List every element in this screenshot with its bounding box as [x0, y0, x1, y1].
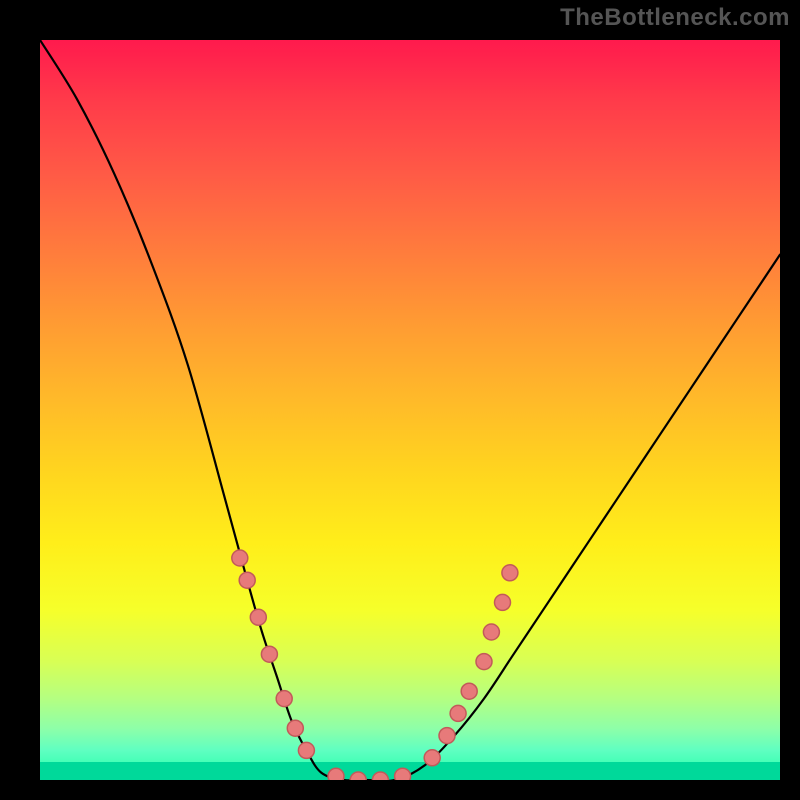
watermark-text: TheBottleneck.com [560, 4, 790, 32]
data-marker [261, 646, 277, 662]
data-marker [328, 768, 344, 780]
data-marker [298, 742, 314, 758]
data-marker [476, 654, 492, 670]
data-marker [232, 550, 248, 566]
data-marker [250, 609, 266, 625]
data-marker [276, 691, 292, 707]
data-marker [450, 705, 466, 721]
data-marker [461, 683, 477, 699]
plot-area [40, 40, 780, 780]
bottleneck-curve [40, 40, 780, 780]
chart-frame: TheBottleneck.com [0, 0, 800, 800]
data-marker [483, 624, 499, 640]
data-marker [395, 768, 411, 780]
data-marker [239, 572, 255, 588]
data-marker [424, 750, 440, 766]
data-marker [502, 565, 518, 581]
data-marker [495, 594, 511, 610]
data-marker [350, 772, 366, 780]
data-marker [372, 772, 388, 780]
data-marker [439, 728, 455, 744]
marker-group [232, 550, 518, 780]
data-marker [287, 720, 303, 736]
curve-svg [40, 40, 780, 780]
